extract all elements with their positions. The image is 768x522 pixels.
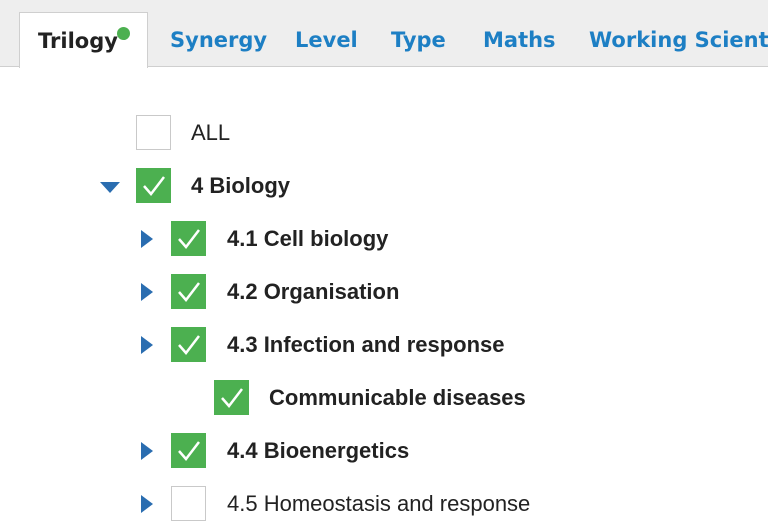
caret-right-icon[interactable] xyxy=(141,230,153,248)
tab-working-scientifically[interactable]: Working Scientifi xyxy=(589,12,768,68)
caret-right-icon[interactable] xyxy=(141,442,153,460)
bioenergetics-checkbox[interactable] xyxy=(171,433,206,468)
all-checkbox[interactable] xyxy=(136,115,171,150)
communicable-label: Communicable diseases xyxy=(269,385,526,410)
bioenergetics-label: 4.4 Bioenergetics xyxy=(227,438,410,463)
biology-checkbox[interactable] xyxy=(136,168,171,203)
tab-maths[interactable]: Maths xyxy=(483,12,556,68)
tab-synergy-label: Synergy xyxy=(170,28,268,52)
caret-right-icon[interactable] xyxy=(141,495,153,513)
caret-right-icon[interactable] xyxy=(141,283,153,301)
check-icon xyxy=(178,282,200,302)
tab-trilogy[interactable]: Trilogy xyxy=(19,12,148,68)
tab-bar: Trilogy Synergy Level Type Maths Working… xyxy=(0,0,768,68)
check-icon xyxy=(221,388,243,408)
infection-label: 4.3 Infection and response xyxy=(227,332,505,357)
check-icon xyxy=(178,229,200,249)
caret-right-icon[interactable] xyxy=(141,336,153,354)
tab-level-label: Level xyxy=(295,28,358,52)
tab-working-scientifically-label: Working Scientifi xyxy=(589,28,768,52)
communicable-checkbox[interactable] xyxy=(214,380,249,415)
homeostasis-label: 4.5 Homeostasis and response xyxy=(227,491,531,516)
tab-level[interactable]: Level xyxy=(295,12,358,68)
check-icon xyxy=(178,335,200,355)
tab-type-label: Type xyxy=(391,28,446,52)
caret-down-icon[interactable] xyxy=(100,182,120,193)
homeostasis-checkbox[interactable] xyxy=(171,486,206,521)
tab-synergy[interactable]: Synergy xyxy=(170,12,267,68)
check-icon xyxy=(143,176,165,196)
tab-maths-label: Maths xyxy=(483,28,556,52)
organisation-label: 4.2 Organisation xyxy=(227,279,400,304)
tab-type[interactable]: Type xyxy=(391,12,446,68)
cell-biology-label: 4.1 Cell biology xyxy=(227,226,389,251)
all-label: ALL xyxy=(191,120,231,145)
infection-checkbox[interactable] xyxy=(171,327,206,362)
cell-biology-checkbox[interactable] xyxy=(171,221,206,256)
check-icon xyxy=(178,441,200,461)
organisation-checkbox[interactable] xyxy=(171,274,206,309)
biology-label: 4 Biology xyxy=(191,173,291,198)
tab-trilogy-label: Trilogy xyxy=(38,29,118,53)
status-dot-icon xyxy=(117,27,130,40)
